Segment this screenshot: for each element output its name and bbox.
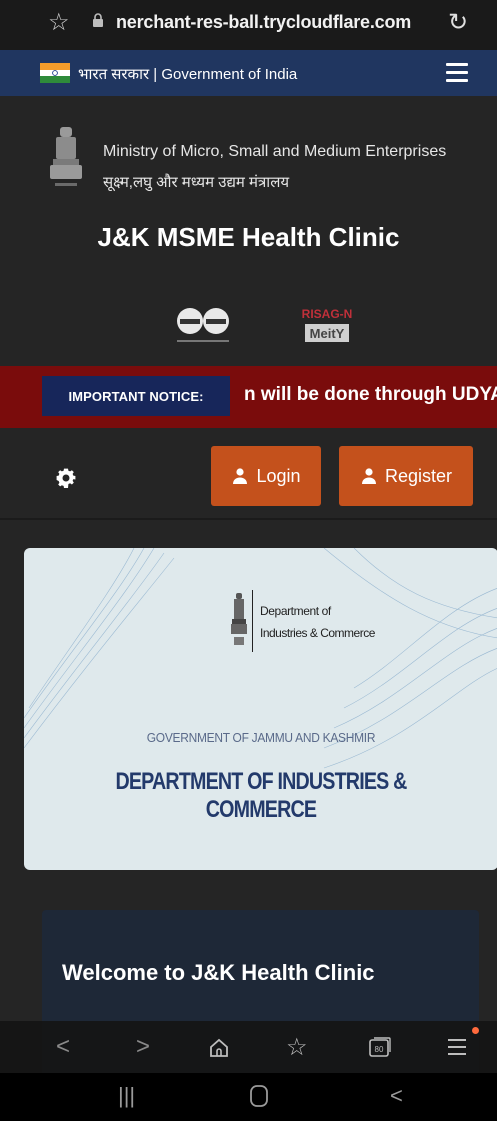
register-button[interactable]: Register: [339, 446, 473, 506]
important-notice-bar: IMPORTANT NOTICE: n will be done through…: [0, 366, 497, 428]
department-banner: Department of Industries & Commerce GOVE…: [24, 548, 497, 870]
browser-address-bar: ☆ nerchant-res-ball.trycloudflare.com ↻: [0, 0, 497, 50]
msme-logo: [177, 308, 229, 342]
settings-gear-icon[interactable]: [54, 466, 78, 490]
lock-icon: [93, 13, 103, 27]
bookmarks-icon[interactable]: ☆: [286, 1033, 308, 1062]
page-title: J&K MSME Health Clinic: [97, 222, 400, 252]
government-label: भारत सरकार | Government of India: [78, 66, 298, 83]
emblem-divider: [252, 590, 253, 652]
ministry-name-en: Ministry of Micro, Small and Medium Ente…: [103, 143, 447, 160]
phone-screen: ☆ nerchant-res-ball.trycloudflare.com ↻ …: [0, 0, 497, 1121]
back-icon[interactable]: <: [56, 1033, 70, 1061]
login-label: Login: [256, 465, 301, 486]
menu-icon[interactable]: [448, 1037, 470, 1057]
dept-line-1: Department of: [260, 604, 331, 618]
login-button[interactable]: Login: [211, 446, 321, 506]
welcome-heading: Welcome to J&K Health Clinic: [62, 960, 375, 985]
svg-text:80: 80: [375, 1045, 384, 1054]
forward-icon[interactable]: >: [136, 1033, 150, 1061]
india-flag-icon: [40, 63, 70, 83]
svg-text:RISAG-N: RISAG-N: [302, 307, 353, 321]
notification-dot: [472, 1027, 479, 1034]
department-title: DEPARTMENT OF INDUSTRIES & COMMERCE: [115, 768, 407, 823]
jk-emblem-icon: [231, 593, 247, 645]
notice-badge: IMPORTANT NOTICE:: [42, 376, 230, 416]
register-label: Register: [384, 465, 453, 486]
risag-meity-logo: RISAG-N MeitY: [302, 307, 353, 342]
svg-text:MeitY: MeitY: [310, 326, 345, 341]
notice-marquee-text[interactable]: n will be done through UDYA: [244, 384, 497, 406]
home-icon[interactable]: [208, 1037, 230, 1059]
reload-icon[interactable]: ↻: [448, 8, 468, 37]
hamburger-menu-icon[interactable]: [446, 63, 468, 82]
user-icon: [361, 468, 376, 484]
dept-line-2: Industries & Commerce: [260, 626, 375, 640]
ministry-name-hi: सूक्ष्म,लघु और मध्यम उद्यम मंत्रालय: [103, 174, 290, 191]
government-strip: भारत सरकार | Government of India: [0, 50, 497, 96]
user-icon: [233, 468, 248, 484]
url-field[interactable]: nerchant-res-ball.trycloudflare.com: [116, 12, 411, 33]
gov-jk-label: GOVERNMENT OF JAMMU AND KASHMIR: [146, 730, 376, 745]
national-emblem-icon: [50, 127, 82, 186]
recents-icon[interactable]: |||: [118, 1083, 135, 1109]
bookmark-star-icon[interactable]: ☆: [48, 8, 70, 37]
browser-toolbar: < > ☆ 80: [0, 1021, 497, 1073]
android-nav-bar: ||| <: [0, 1073, 497, 1121]
home-circle-icon[interactable]: [250, 1085, 268, 1107]
tabs-icon[interactable]: 80: [368, 1035, 392, 1059]
back-chevron-icon[interactable]: <: [390, 1083, 403, 1109]
section-divider: [0, 518, 497, 520]
